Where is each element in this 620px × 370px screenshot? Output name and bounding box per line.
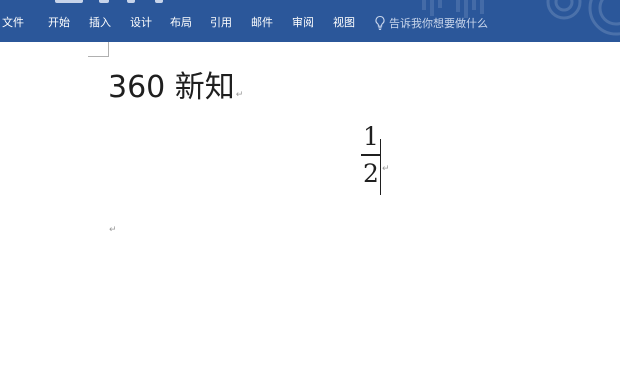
- fraction-bar: [361, 154, 381, 156]
- text-cursor: [380, 139, 381, 195]
- ribbon-background-pattern: [422, 0, 620, 36]
- paragraph-mark: ↵: [235, 90, 244, 100]
- tab-mailings[interactable]: 邮件: [251, 16, 273, 30]
- equation-paragraph-mark: ↵: [382, 164, 390, 174]
- tab-view[interactable]: 视图: [333, 16, 355, 30]
- undo-icon[interactable]: [99, 0, 109, 3]
- tab-design[interactable]: 设计: [130, 16, 152, 30]
- tab-layout[interactable]: 布局: [170, 16, 192, 30]
- save-icon[interactable]: [55, 0, 83, 3]
- empty-paragraph-mark: ↵: [109, 225, 117, 235]
- customize-toolbar-icon[interactable]: [155, 0, 163, 3]
- document-title-text: 360 新知: [108, 70, 235, 105]
- tab-file[interactable]: 文件: [2, 16, 24, 30]
- document-page[interactable]: 360 新知↵ 1 2 ↵ ↵: [0, 42, 620, 370]
- tab-insert[interactable]: 插入: [89, 16, 111, 30]
- page-margin-corner-mark: [88, 42, 109, 57]
- quick-access-toolbar: [55, 0, 175, 4]
- ribbon-tab-bar: 文件 开始 插入 设计 布局 引用 邮件 审阅 视图 告诉我你想要做什么: [0, 0, 620, 42]
- redo-icon[interactable]: [127, 0, 135, 3]
- document-title[interactable]: 360 新知↵: [108, 68, 243, 115]
- tab-references[interactable]: 引用: [210, 16, 232, 30]
- tab-home[interactable]: 开始: [48, 16, 70, 30]
- tab-review[interactable]: 审阅: [292, 16, 314, 30]
